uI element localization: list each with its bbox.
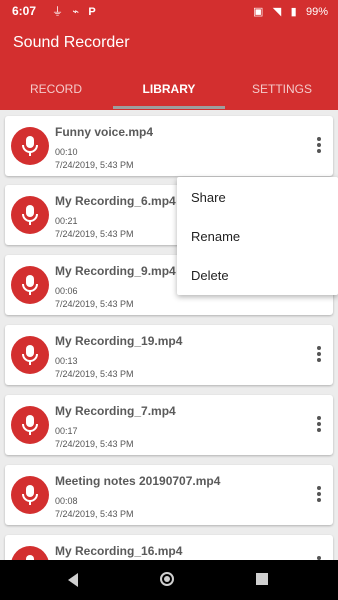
recents-icon[interactable] — [256, 573, 268, 585]
recording-item[interactable]: Meeting notes 20190707.mp4 00:08 7/24/20… — [5, 465, 333, 525]
more-options-icon[interactable] — [311, 485, 327, 505]
mic-icon — [11, 546, 49, 560]
tab-record[interactable]: RECORD — [0, 76, 112, 110]
parking-icon: P — [88, 6, 96, 18]
vibrate-icon: ▣ — [253, 6, 264, 18]
recording-date: 7/24/2019, 5:43 PM — [55, 229, 134, 239]
recording-date: 7/24/2019, 5:43 PM — [55, 439, 134, 449]
menu-item-delete[interactable]: Delete — [191, 268, 229, 283]
system-icons: ▣ ◥ ▮ 99% — [247, 4, 328, 18]
recording-name: My Recording_6.mp4 — [55, 194, 176, 208]
mic-icon — [11, 336, 49, 374]
mic-icon — [11, 266, 49, 304]
tab-indicator — [113, 106, 225, 109]
tab-library[interactable]: LIBRARY — [113, 76, 225, 110]
app-title: Sound Recorder — [13, 34, 130, 51]
navigation-bar — [0, 560, 338, 600]
recording-item[interactable]: My Recording_19.mp4 00:13 7/24/2019, 5:4… — [5, 325, 333, 385]
recording-duration: 00:17 — [55, 426, 78, 436]
home-icon[interactable] — [160, 572, 174, 586]
recording-item[interactable]: My Recording_7.mp4 00:17 7/24/2019, 5:43… — [5, 395, 333, 455]
more-options-icon[interactable] — [311, 136, 327, 156]
tab-settings[interactable]: SETTINGS — [226, 76, 338, 110]
recording-date: 7/24/2019, 5:43 PM — [55, 369, 134, 379]
no-signal-icon: ⌁ — [72, 6, 79, 18]
recording-name: Meeting notes 20190707.mp4 — [55, 474, 221, 488]
usb-icon: ⏚ — [52, 6, 63, 18]
more-options-icon[interactable] — [311, 345, 327, 365]
recording-duration: 00:13 — [55, 356, 78, 366]
context-menu: Share Rename Delete — [177, 177, 338, 295]
recording-duration: 00:21 — [55, 216, 78, 226]
recording-item[interactable]: My Recording_16.mp4 — [5, 535, 333, 560]
app-bar: Sound Recorder RECORD LIBRARY SETTINGS — [0, 22, 338, 110]
recording-duration: 00:10 — [55, 147, 78, 157]
recording-date: 7/24/2019, 5:43 PM — [55, 299, 134, 309]
recording-duration: 00:06 — [55, 286, 78, 296]
recording-name: My Recording_19.mp4 — [55, 334, 183, 348]
mic-icon — [11, 406, 49, 444]
recording-name: Funny voice.mp4 — [55, 125, 154, 139]
recording-date: 7/24/2019, 5:43 PM — [55, 509, 134, 519]
mic-icon — [11, 196, 49, 234]
battery-icon: ▮ — [290, 6, 297, 18]
recording-name: My Recording_16.mp4 — [55, 544, 183, 558]
menu-item-rename[interactable]: Rename — [191, 229, 240, 244]
recording-date: 7/24/2019, 5:43 PM — [55, 160, 134, 170]
recording-name: My Recording_9.mp4 — [55, 264, 176, 278]
status-bar: 6:07 ⏚ ⌁ P ▣ ◥ ▮ 99% — [0, 0, 338, 22]
status-time: 6:07 — [12, 4, 37, 18]
tab-bar: RECORD LIBRARY SETTINGS — [0, 76, 338, 110]
battery-percent: 99% — [305, 6, 328, 18]
mic-icon — [11, 476, 49, 514]
recording-item[interactable]: Funny voice.mp4 00:10 7/24/2019, 5:43 PM — [5, 116, 333, 176]
mic-icon — [11, 127, 49, 165]
more-options-icon[interactable] — [311, 415, 327, 435]
recording-name: My Recording_7.mp4 — [55, 404, 176, 418]
menu-item-share[interactable]: Share — [191, 190, 226, 205]
recording-duration: 00:08 — [55, 496, 78, 506]
back-icon[interactable] — [66, 572, 80, 588]
wifi-icon: ◥ — [272, 6, 282, 18]
notification-icons: ⏚ ⌁ P — [46, 3, 96, 19]
